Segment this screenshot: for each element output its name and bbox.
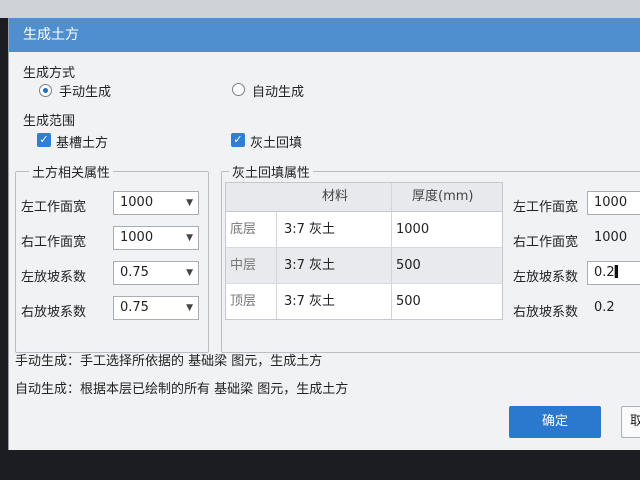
table-header: 材料 厚度(mm) (226, 183, 502, 212)
chevron-down-icon: ▼ (186, 233, 193, 243)
radio-auto[interactable] (232, 83, 245, 96)
radio-manual[interactable] (39, 84, 52, 97)
right-work-width-label: 右工作面宽 (21, 235, 87, 250)
radio-auto-label[interactable]: 自动生成 (252, 81, 304, 100)
bf-right-work-width-value: 1000 (594, 230, 628, 245)
bf-right-slope-input[interactable]: 0.2 (587, 296, 640, 320)
row-thickness: 500 (396, 258, 421, 273)
bf-left-work-width-label: 左工作面宽 (513, 200, 579, 215)
bf-left-slope-label: 左放坡系数 (513, 270, 579, 285)
header-material: 材料 (322, 189, 349, 204)
bf-right-slope-label: 右放坡系数 (513, 305, 579, 320)
window-top-strip (0, 0, 640, 18)
bf-right-work-width-label: 右工作面宽 (513, 235, 579, 250)
hint-manual: 手动生成：手工选择所依据的 基础梁 图元，生成土方 (15, 354, 323, 369)
right-slope-select[interactable]: 0.75 ▼ (113, 296, 199, 320)
row-material: 3:7 灰土 (284, 222, 336, 237)
hint-auto: 自动生成：根据本层已绘制的所有 基础梁 图元，生成土方 (15, 382, 349, 397)
row-material: 3:7 灰土 (284, 294, 336, 309)
chevron-down-icon: ▼ (186, 268, 193, 278)
left-slope-value: 0.75 (120, 265, 149, 280)
left-slope-label: 左放坡系数 (21, 270, 87, 285)
text-cursor-icon: I (613, 262, 620, 283)
cancel-button[interactable]: 取 (621, 406, 640, 438)
gen-method-label: 生成方式 (23, 66, 76, 81)
bf-right-slope-value: 0.2 (594, 300, 615, 315)
ok-button[interactable]: 确定 (509, 406, 601, 438)
table-row[interactable]: 中层 3:7 灰土 500 (226, 248, 502, 284)
chevron-down-icon: ▼ (186, 198, 193, 208)
backfill-layer-table: 材料 厚度(mm) 底层 3:7 灰土 1000 中层 3:7 灰土 500 顶… (225, 182, 503, 320)
left-work-width-select[interactable]: 1000 ▼ (113, 191, 199, 215)
backfill-props-title: 灰土回填属性 (229, 162, 314, 181)
earth-props-title: 土方相关属性 (29, 162, 114, 181)
left-work-width-label: 左工作面宽 (21, 200, 87, 215)
bf-right-work-width-input[interactable]: 1000 (587, 226, 640, 250)
radio-manual-label[interactable]: 手动生成 (59, 81, 111, 100)
checkbox-trench-label[interactable]: 基槽土方 (56, 132, 108, 151)
check-icon[interactable]: ✓ (231, 133, 245, 147)
right-work-width-value: 1000 (120, 230, 154, 245)
header-thickness: 厚度(mm) (412, 189, 474, 204)
row-thickness: 500 (396, 294, 421, 309)
row-layer: 中层 (230, 258, 257, 273)
gen-range-label: 生成范围 (23, 114, 76, 129)
left-slope-select[interactable]: 0.75 ▼ (113, 261, 199, 285)
right-slope-label: 右放坡系数 (21, 305, 87, 320)
left-work-width-value: 1000 (120, 195, 154, 210)
checkbox-backfill-label[interactable]: 灰土回填 (250, 132, 302, 151)
table-row[interactable]: 顶层 3:7 灰土 500 (226, 284, 502, 319)
bf-left-work-width-input[interactable]: 1000 (587, 191, 640, 215)
right-work-width-select[interactable]: 1000 ▼ (113, 226, 199, 250)
dialog-title: 生成土方 (9, 18, 640, 52)
generate-earthwork-dialog: 生成土方 生成方式 手动生成 自动生成 生成范围 ✓ 基槽土方 ✓ 灰土回填 土… (8, 18, 640, 450)
bf-left-slope-value: 0.2 (594, 265, 615, 280)
row-material: 3:7 灰土 (284, 258, 336, 273)
table-row[interactable]: 底层 3:7 灰土 1000 (226, 212, 502, 248)
chevron-down-icon: ▼ (186, 303, 193, 313)
row-layer: 顶层 (230, 294, 257, 309)
row-layer: 底层 (230, 222, 257, 237)
row-thickness: 1000 (396, 222, 430, 237)
check-icon[interactable]: ✓ (37, 133, 51, 147)
right-slope-value: 0.75 (120, 300, 149, 315)
bf-left-work-width-value: 1000 (594, 195, 628, 210)
